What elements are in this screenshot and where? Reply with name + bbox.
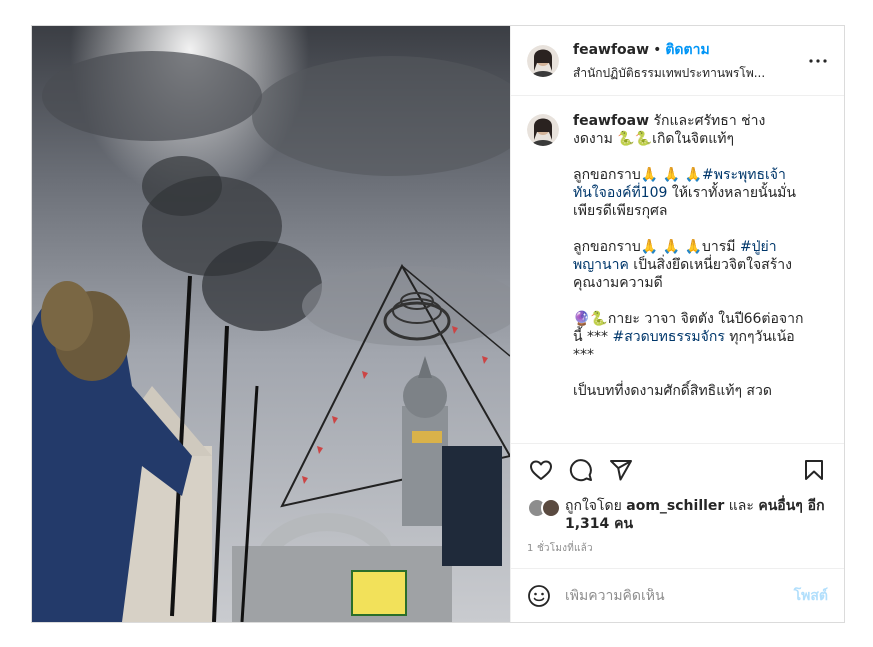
hashtag-link[interactable]: #สวดบทธรรมจักร (612, 329, 724, 345)
emoji-icon[interactable] (525, 582, 553, 610)
post-photo[interactable] (32, 26, 510, 622)
post-comment-button[interactable]: โพสต์ (794, 585, 828, 607)
header-separator: • (653, 41, 662, 58)
caption-line: ลูกขอกราบ🙏 🙏 🙏 (573, 167, 702, 183)
header-line: feawfoaw • ติดตาม (573, 39, 806, 61)
post-header: feawfoaw • ติดตาม สำนักปฏิบัติธรรมเทพประทา… (511, 26, 844, 96)
instagram-post: feawfoaw • ติดตาม สำนักปฏิบัติธรรมเทพประทา… (31, 25, 845, 623)
author-avatar[interactable] (527, 44, 559, 77)
post-sidebar: feawfoaw • ติดตาม สำนักปฏิบัติธรรมเทพประทา… (510, 26, 844, 622)
heart-icon[interactable] (521, 450, 561, 490)
comment-icon[interactable] (561, 450, 601, 490)
liker-username[interactable]: aom_schiller (626, 498, 724, 514)
caption-line: เป็นบทที่งดงามศักดิ์สิทธิแท้ๆ สวด (573, 383, 772, 399)
post-location[interactable]: สำนักปฏิบัติธรรมเทพประทานพรโพ... (573, 64, 806, 83)
caption-text: feawfoaw รักและศรัทธา ช่างงดงาม 🐍🐍เกิดใน… (573, 112, 805, 418)
caption-paragraph: ลูกขอกราบ🙏 🙏 🙏บารมี #ปู่ย่าพญานาค เป็นสิ… (573, 238, 805, 292)
paper-plane-icon[interactable] (601, 450, 641, 490)
post-timestamp[interactable]: 1 ชั่วโมงที่แล้ว (511, 533, 844, 568)
caption-paragraph: ลูกขอกราบ🙏 🙏 🙏#พระพุทธเจ้าทันใจองค์ที่10… (573, 166, 805, 220)
likes-prefix: ถูกใจโดย (565, 498, 627, 514)
comment-bar: โพสต์ (511, 568, 844, 622)
bookmark-icon[interactable] (794, 450, 834, 490)
liker-avatar (541, 498, 561, 518)
liker-avatars[interactable] (527, 498, 565, 520)
caption-area: feawfoaw รักและศรัทธา ช่างงดงาม 🐍🐍เกิดใน… (511, 96, 844, 443)
author-username[interactable]: feawfoaw (573, 42, 649, 58)
more-options-icon[interactable] (806, 49, 830, 73)
follow-button[interactable]: ติดตาม (665, 42, 709, 58)
likes-text: ถูกใจโดย aom_schiller และ คนอื่นๆ อีก 1,… (565, 497, 828, 533)
caption-paragraph: 🔮🐍กายะ วาจา จิตตัง ในปี66ต่อจากนี้ *** #… (573, 310, 805, 364)
likes-conjunction: และ (724, 498, 759, 514)
caption-line: ลูกขอกราบ🙏 🙏 🙏บารมี (573, 239, 736, 255)
likes-summary: ถูกใจโดย aom_schiller และ คนอื่นๆ อีก 1,… (511, 495, 844, 533)
caption-avatar[interactable] (527, 114, 559, 146)
caption-paragraph: เป็นบทที่งดงามศักดิ์สิทธิแท้ๆ สวด (573, 382, 805, 400)
action-bar (511, 443, 844, 495)
comment-input[interactable] (565, 587, 794, 604)
header-text: feawfoaw • ติดตาม สำนักปฏิบัติธรรมเทพประทา… (573, 39, 806, 83)
caption-row: feawfoaw รักและศรัทธา ช่างงดงาม 🐍🐍เกิดใน… (527, 112, 828, 418)
caption-paragraph: feawfoaw รักและศรัทธา ช่างงดงาม 🐍🐍เกิดใน… (573, 112, 805, 148)
caption-username[interactable]: feawfoaw (573, 113, 649, 129)
temple-photo-image (32, 26, 510, 622)
